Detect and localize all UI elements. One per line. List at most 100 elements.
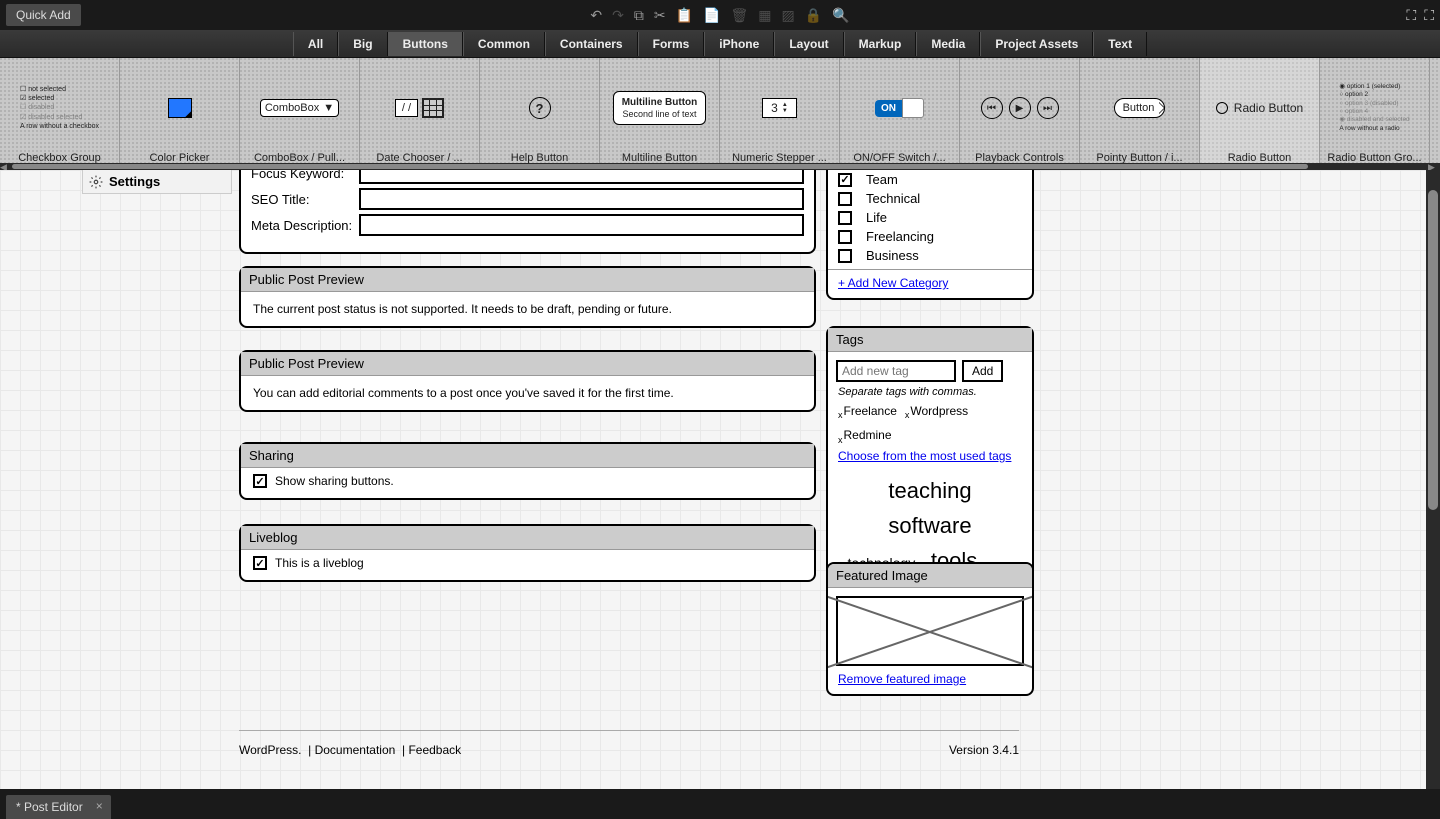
undo-icon[interactable]: ↶ <box>590 7 602 24</box>
footer-doc-link[interactable]: Documentation <box>315 743 396 757</box>
show-sharing-label: Show sharing buttons. <box>275 474 394 488</box>
gallery-radio-button-group[interactable]: ◉ option 1 (selected) ○ option 2 ○ optio… <box>1320 58 1430 170</box>
gallery-playback[interactable]: ⏮ ▶ ⏭ Playback Controls <box>960 58 1080 170</box>
category-checkbox[interactable] <box>838 211 852 225</box>
gallery-multiline-button[interactable]: Multiline ButtonSecond line of text Mult… <box>600 58 720 170</box>
remove-tag-icon[interactable]: x <box>838 410 843 420</box>
canvas[interactable]: Settings Focus Keyword: SEO Title: Meta … <box>0 170 1426 789</box>
focus-keyword-input[interactable] <box>359 170 804 184</box>
category-checkbox[interactable]: ✓ <box>838 173 852 187</box>
category-label: Freelancing <box>866 229 934 244</box>
meta-desc-input[interactable] <box>359 214 804 236</box>
color-picker-icon <box>168 98 192 118</box>
radio-icon <box>1216 102 1228 114</box>
tab-all[interactable]: All <box>293 32 338 56</box>
chevron-down-icon: ▼ <box>323 102 334 114</box>
category-label: Business <box>866 248 919 263</box>
tab-markup[interactable]: Markup <box>844 32 917 56</box>
tag-hint: Separate tags with commas. <box>828 386 1032 402</box>
component-gallery: ☐ not selected ☑ selected ☐ disabled ☑ d… <box>0 58 1440 170</box>
category-checkbox[interactable] <box>838 230 852 244</box>
sharing-panel: Sharing ✓ Show sharing buttons. <box>239 442 816 500</box>
paste-icon[interactable]: 📋 <box>676 7 693 24</box>
liveblog-panel: Liveblog ✓ This is a liveblog <box>239 524 816 582</box>
ungroup-icon[interactable]: ▨ <box>781 7 794 24</box>
tag-cloud-item[interactable]: software <box>888 508 971 543</box>
gallery-scrollbar[interactable]: ◀ ▶ <box>0 163 1440 170</box>
gallery-help-button[interactable]: ? Help Button <box>480 58 600 170</box>
panel-title: Sharing <box>241 444 814 468</box>
add-category-link[interactable]: + Add New Category <box>828 270 1032 298</box>
gallery-numeric-stepper[interactable]: 3▲▼ Numeric Stepper ... <box>720 58 840 170</box>
category-tabs: All Big Buttons Common Containers Forms … <box>0 30 1440 58</box>
gallery-color-picker[interactable]: Color Picker <box>120 58 240 170</box>
gallery-radio-button[interactable]: Radio Button Radio Button <box>1200 58 1320 170</box>
tab-iphone[interactable]: iPhone <box>704 32 774 56</box>
remove-tag-icon[interactable]: x <box>838 435 843 445</box>
cut-icon[interactable]: ✂ <box>654 7 666 24</box>
sidebar-item-label: Settings <box>109 174 160 189</box>
tab-big[interactable]: Big <box>338 32 387 56</box>
quick-add-button[interactable]: Quick Add <box>6 4 81 26</box>
add-tag-button[interactable]: Add <box>962 360 1003 382</box>
tab-media[interactable]: Media <box>916 32 980 56</box>
rewind-icon: ⏮ <box>981 97 1003 119</box>
seo-title-input[interactable] <box>359 188 804 210</box>
panel-title: Featured Image <box>828 564 1032 588</box>
tab-forms[interactable]: Forms <box>638 32 705 56</box>
gallery-checkbox-group[interactable]: ☐ not selected ☑ selected ☐ disabled ☑ d… <box>0 58 120 170</box>
show-sharing-checkbox[interactable]: ✓ <box>253 474 267 488</box>
category-checkbox[interactable] <box>838 192 852 206</box>
public-post-preview-panel-2: Public Post Preview You can add editoria… <box>239 350 816 412</box>
copy-icon[interactable]: ⧉ <box>634 7 644 24</box>
gallery-onoff-switch[interactable]: ON ON/OFF Switch /... <box>840 58 960 170</box>
seo-panel: Focus Keyword: SEO Title: Meta Descripti… <box>239 170 816 254</box>
panel-text: You can add editorial comments to a post… <box>241 376 814 410</box>
trash-icon[interactable]: 🗑 <box>730 7 748 24</box>
remove-tag-icon[interactable]: x <box>905 410 910 420</box>
tab-project-assets[interactable]: Project Assets <box>980 32 1093 56</box>
stepper-arrows-icon: ▲▼ <box>782 102 788 114</box>
calendar-icon <box>422 98 444 118</box>
gallery-date-chooser[interactable]: / / Date Chooser / ... <box>360 58 480 170</box>
group-icon[interactable]: ▦ <box>758 7 771 24</box>
tag-cloud-item[interactable]: teaching <box>888 473 971 508</box>
choose-tags-link[interactable]: Choose from the most used tags <box>828 449 1032 469</box>
document-tab[interactable]: * Post Editor × <box>6 795 111 819</box>
tab-common[interactable]: Common <box>463 32 545 56</box>
lock-icon[interactable]: 🔒 <box>805 7 822 24</box>
document-tab-bar: * Post Editor × <box>0 789 1440 819</box>
gallery-pointy-button[interactable]: Button Pointy Button / i... <box>1080 58 1200 170</box>
forward-icon: ⏭ <box>1037 97 1059 119</box>
canvas-vertical-scrollbar[interactable] <box>1426 170 1440 789</box>
panel-title: Liveblog <box>241 526 814 550</box>
remove-featured-image-link[interactable]: Remove featured image <box>828 670 1032 694</box>
tab-text[interactable]: Text <box>1093 32 1147 56</box>
category-checkbox[interactable] <box>838 249 852 263</box>
footer-feedback-link[interactable]: Feedback <box>408 743 461 757</box>
tab-buttons[interactable]: Buttons <box>388 32 463 56</box>
liveblog-checkbox[interactable]: ✓ <box>253 556 267 570</box>
gear-icon <box>89 175 103 189</box>
panel-title: Public Post Preview <box>241 268 814 292</box>
liveblog-label: This is a liveblog <box>275 556 364 570</box>
clipboard-icon[interactable]: 📄 <box>703 7 720 24</box>
panel-title: Public Post Preview <box>241 352 814 376</box>
fullscreen-icon[interactable]: ⛶ <box>1424 7 1434 24</box>
close-icon[interactable]: × <box>96 799 103 813</box>
redo-icon[interactable]: ↷ <box>612 7 624 24</box>
focus-keyword-label: Focus Keyword: <box>251 170 359 181</box>
mockup-footer: WordPress. | Documentation | Feedback Ve… <box>239 730 1019 757</box>
tab-containers[interactable]: Containers <box>545 32 638 56</box>
tag-input[interactable] <box>836 360 956 382</box>
footer-version: Version 3.4.1 <box>949 743 1019 757</box>
top-toolbar: Quick Add ↶ ↷ ⧉ ✂ 📋 📄 🗑 ▦ ▨ 🔒 🔍 ⛶ ⛶ <box>0 0 1440 30</box>
gallery-combobox[interactable]: ComboBox▼ ComboBox / Pull... <box>240 58 360 170</box>
search-icon[interactable]: 🔍 <box>832 7 849 24</box>
panel-title: Tags <box>828 328 1032 352</box>
expand-icon[interactable]: ⛶ <box>1406 7 1416 24</box>
seo-title-label: SEO Title: <box>251 192 359 207</box>
sidebar-item-settings[interactable]: Settings <box>82 170 232 194</box>
image-placeholder[interactable] <box>836 596 1024 666</box>
tab-layout[interactable]: Layout <box>774 32 843 56</box>
